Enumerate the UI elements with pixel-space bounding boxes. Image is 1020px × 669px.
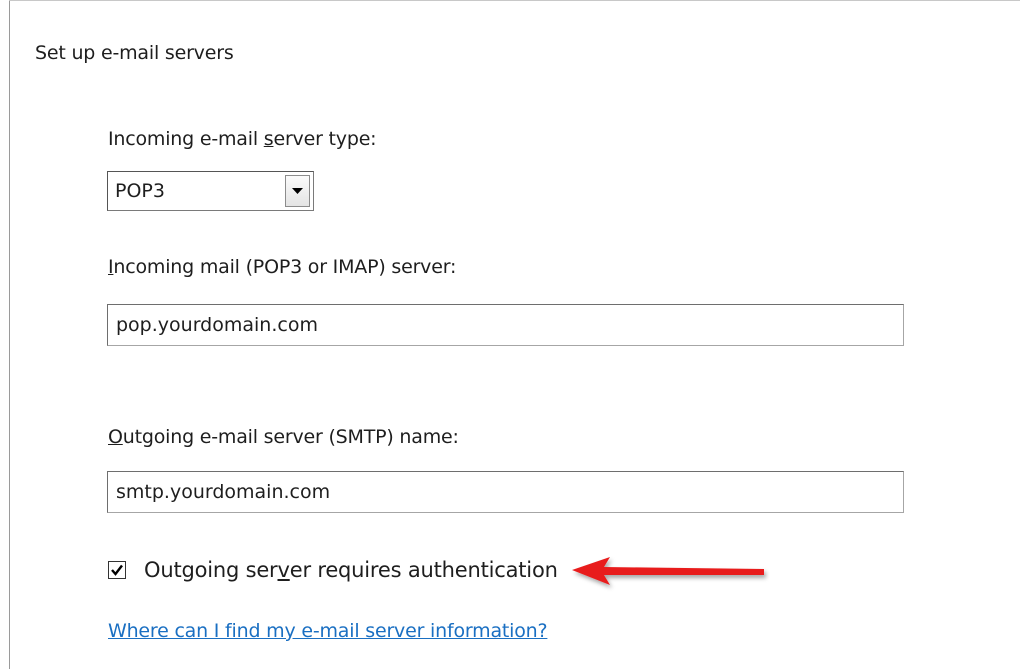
red-arrow-icon xyxy=(572,557,764,585)
outgoing-server-input[interactable] xyxy=(108,472,903,512)
incoming-type-label: Incoming e-mail server type: xyxy=(108,128,377,150)
incoming-server-label: Incoming mail (POP3 or IMAP) server: xyxy=(108,256,457,278)
dialog-border-left xyxy=(9,0,10,669)
dialog-border-top xyxy=(9,0,1020,1)
auth-checkbox[interactable] xyxy=(108,561,126,579)
dropdown-button[interactable] xyxy=(285,175,310,207)
incoming-type-value: POP3 xyxy=(115,180,165,202)
incoming-type-select[interactable]: POP3 xyxy=(107,171,314,211)
section-title: Set up e-mail servers xyxy=(35,42,234,64)
incoming-server-field[interactable] xyxy=(107,304,904,346)
outgoing-server-label: Outgoing e-mail server (SMTP) name: xyxy=(108,426,459,448)
server-info-help-link[interactable]: Where can I find my e-mail server inform… xyxy=(108,620,548,642)
incoming-server-input[interactable] xyxy=(108,305,903,345)
chevron-down-icon xyxy=(292,188,303,194)
outgoing-server-field[interactable] xyxy=(107,471,904,513)
checkmark-icon xyxy=(111,564,123,576)
auth-checkbox-label: Outgoing server requires authentication xyxy=(144,558,558,582)
